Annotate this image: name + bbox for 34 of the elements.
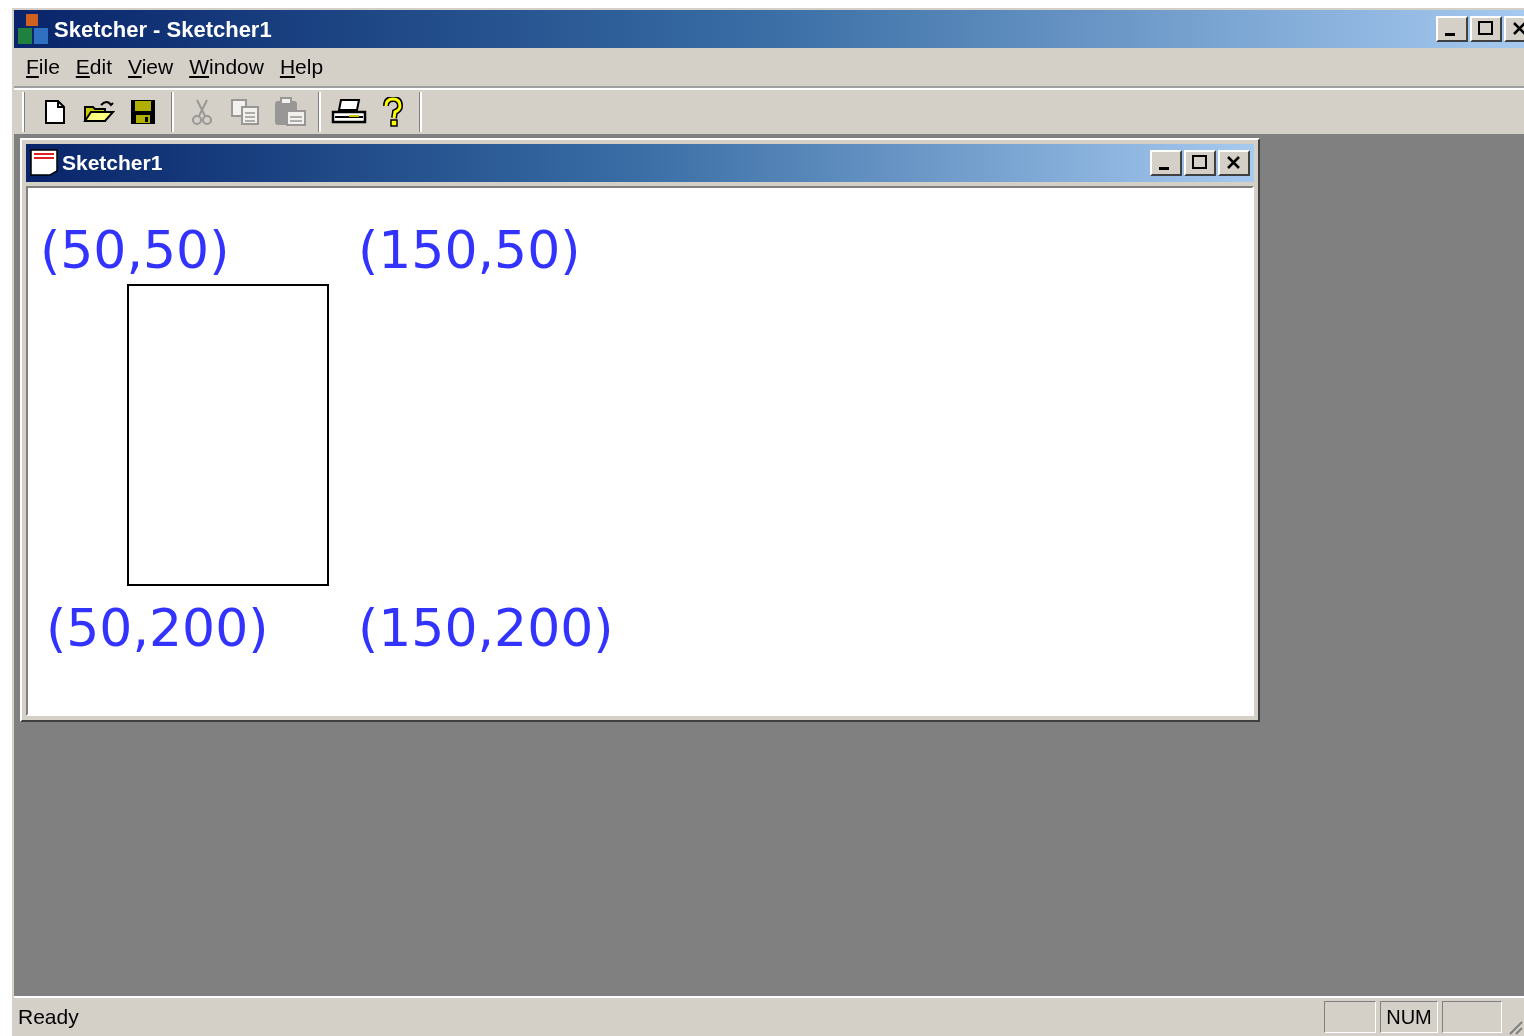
minimize-button[interactable] (1436, 16, 1468, 42)
close-icon (1511, 21, 1524, 37)
coordinate-label: (150,200) (358, 602, 614, 654)
close-icon (1225, 155, 1243, 171)
document-icon (28, 147, 60, 179)
menu-item[interactable]: View (122, 51, 180, 83)
window-title: Sketcher - Sketcher1 (54, 15, 272, 44)
copy-icon (230, 98, 262, 126)
new-document-icon (43, 99, 67, 125)
menu-item[interactable]: Edit (69, 51, 119, 83)
menu-item[interactable]: Window (183, 51, 270, 83)
clipboard-icon (273, 97, 307, 127)
question-mark-icon (382, 97, 404, 127)
coordinate-label: (150,50) (358, 224, 581, 276)
menu-item[interactable]: Help (273, 51, 330, 83)
coordinate-label: (50,50) (40, 224, 230, 276)
minimize-icon (1159, 166, 1169, 170)
status-pane (1442, 1001, 1502, 1033)
maximize-button[interactable] (1470, 16, 1502, 42)
close-button[interactable] (1218, 150, 1250, 176)
num-lock-indicator: NUM (1380, 1001, 1438, 1033)
status-message: Ready (18, 1004, 80, 1031)
maximize-icon (1191, 155, 1209, 171)
maximize-icon (1477, 21, 1495, 37)
folder-icon (83, 99, 115, 125)
coordinate-label: (50,200) (46, 602, 269, 654)
minimize-icon (1445, 32, 1455, 36)
printer-icon (331, 98, 367, 126)
status-pane (1324, 1001, 1376, 1033)
scissors-icon (190, 98, 214, 126)
menu-item[interactable]: File (20, 51, 66, 83)
maximize-button[interactable] (1184, 150, 1216, 176)
minimize-button[interactable] (1150, 150, 1182, 176)
document-title: Sketcher1 (62, 150, 163, 177)
